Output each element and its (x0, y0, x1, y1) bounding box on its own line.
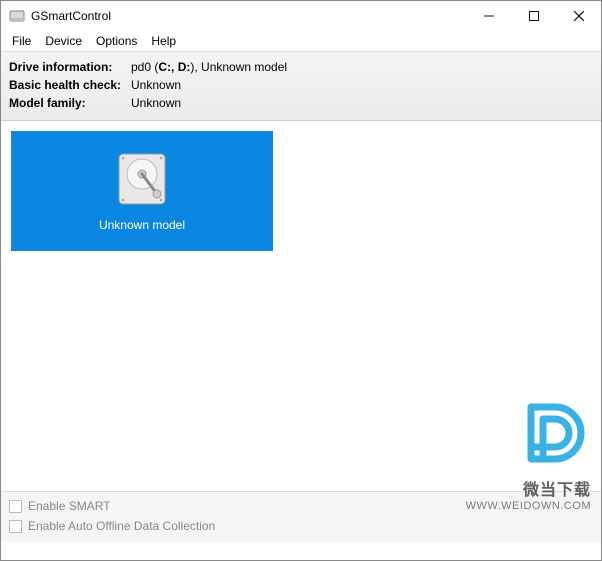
drive-info-panel: Drive information: pd0 (C:, D:), Unknown… (1, 51, 601, 121)
enable-auto-row: Enable Auto Offline Data Collection (9, 516, 593, 536)
model-family-label: Model family: (9, 94, 131, 112)
health-label: Basic health check: (9, 76, 131, 94)
drive-tile[interactable]: Unknown model (11, 131, 273, 251)
info-row-drive: Drive information: pd0 (C:, D:), Unknown… (9, 58, 593, 76)
enable-smart-checkbox[interactable] (9, 500, 22, 513)
drive-list: Unknown model (1, 121, 601, 491)
menubar: File Device Options Help (1, 31, 601, 51)
bottom-panel: Enable SMART Enable Auto Offline Data Co… (1, 491, 601, 542)
drive-info-suffix: ), Unknown model (190, 60, 287, 74)
enable-auto-checkbox[interactable] (9, 520, 22, 533)
menu-file[interactable]: File (5, 33, 38, 49)
drive-info-letters: C:, D: (158, 60, 190, 74)
drive-info-prefix: pd0 ( (131, 60, 158, 74)
enable-smart-label: Enable SMART (28, 499, 110, 513)
window-controls (466, 1, 601, 31)
app-icon (9, 8, 25, 24)
info-row-model-family: Model family: Unknown (9, 94, 593, 112)
health-value: Unknown (131, 76, 181, 94)
model-family-value: Unknown (131, 94, 181, 112)
hdd-icon (113, 150, 171, 208)
drive-info-value: pd0 (C:, D:), Unknown model (131, 58, 287, 76)
drive-info-label: Drive information: (9, 58, 131, 76)
maximize-button[interactable] (511, 1, 556, 31)
close-button[interactable] (556, 1, 601, 31)
menu-device[interactable]: Device (38, 33, 89, 49)
window-title: GSmartControl (31, 9, 111, 23)
menu-help[interactable]: Help (144, 33, 183, 49)
enable-smart-row: Enable SMART (9, 496, 593, 516)
minimize-button[interactable] (466, 1, 511, 31)
titlebar: GSmartControl (1, 1, 601, 31)
menu-options[interactable]: Options (89, 33, 144, 49)
drive-tile-label: Unknown model (99, 218, 185, 232)
info-row-health: Basic health check: Unknown (9, 76, 593, 94)
enable-auto-label: Enable Auto Offline Data Collection (28, 519, 215, 533)
